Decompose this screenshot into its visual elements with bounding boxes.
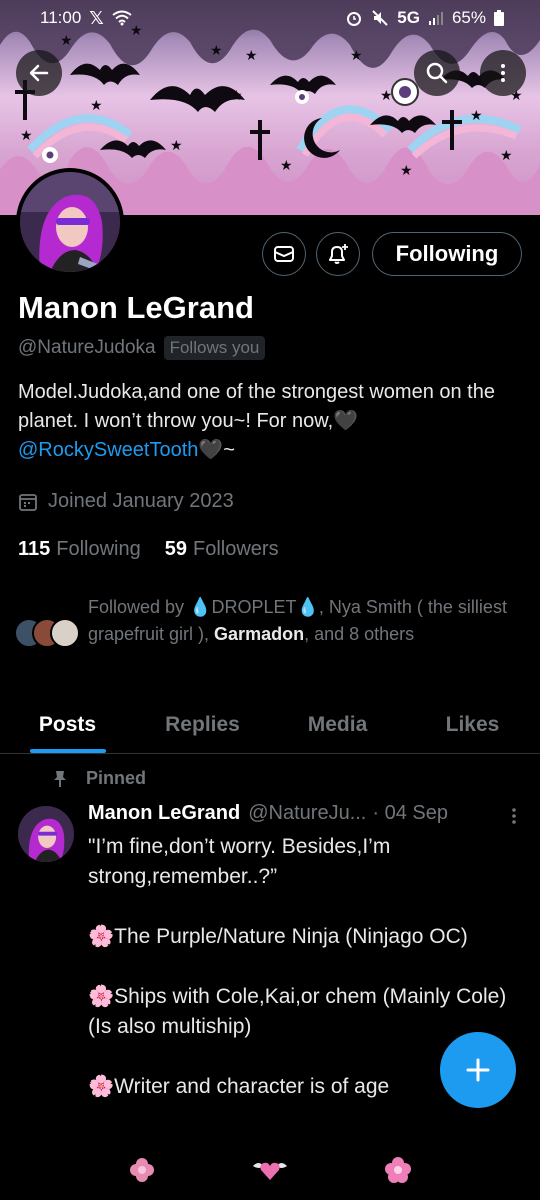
pinned-indicator: Pinned xyxy=(52,768,146,789)
flower-pink-icon[interactable] xyxy=(127,1155,157,1185)
status-bar: 11:00 𝕏 5G 65% xyxy=(0,0,540,36)
message-button[interactable] xyxy=(262,232,306,276)
tab-posts[interactable]: Posts xyxy=(0,696,135,753)
follower-avatar xyxy=(50,618,80,648)
svg-text:★: ★ xyxy=(350,48,363,64)
profile-bio: Model.Judoka,and one of the strongest wo… xyxy=(18,378,528,465)
tab-likes[interactable]: Likes xyxy=(405,696,540,753)
back-arrow-icon xyxy=(29,64,49,82)
post-paragraph: 🌸Ships with Cole,Kai,or chem (Mainly Col… xyxy=(88,985,507,1038)
svg-text:★: ★ xyxy=(280,158,293,174)
bio-mention-link[interactable]: @RockySweetTooth xyxy=(18,439,198,461)
following-label: Following xyxy=(56,538,141,560)
followed-by-suffix: , and 8 others xyxy=(304,624,415,644)
following-count: 115 xyxy=(18,538,51,560)
post-author-name[interactable]: Manon LeGrand xyxy=(88,802,240,825)
network-type: 5G xyxy=(397,8,420,27)
winged-heart-icon[interactable] xyxy=(251,1156,289,1184)
handle-row: @NatureJudoka Follows you xyxy=(18,336,266,360)
followed-by[interactable]: Followed by 💧DROPLET💧, Nya Smith ( the s… xyxy=(14,594,508,652)
svg-text:★: ★ xyxy=(230,88,243,104)
following-button[interactable]: Following xyxy=(372,232,522,276)
pin-icon xyxy=(54,770,66,787)
bottom-nav xyxy=(0,1140,540,1200)
search-icon xyxy=(426,62,448,84)
post-header: Manon LeGrand @NatureJu... · 04 Sep xyxy=(88,802,524,825)
follower-avatars xyxy=(14,618,80,652)
search-button[interactable] xyxy=(414,50,460,96)
followers-count: 59 xyxy=(164,538,187,560)
tab-media[interactable]: Media xyxy=(270,696,405,753)
post-author-avatar[interactable] xyxy=(18,806,74,862)
follow-stats: 115 Following 59 Followers xyxy=(18,538,279,561)
calendar-icon xyxy=(19,493,37,511)
svg-text:★: ★ xyxy=(245,48,258,64)
wifi-icon xyxy=(112,10,132,26)
profile-tabs: Posts Replies Media Likes xyxy=(0,696,540,754)
flower-icon[interactable] xyxy=(383,1155,413,1185)
followed-by-text: Followed by 💧DROPLET💧, Nya Smith ( the s… xyxy=(88,594,508,648)
post-date: · 04 Sep xyxy=(372,802,448,824)
svg-text:★: ★ xyxy=(400,163,413,179)
plus-icon xyxy=(466,1058,490,1082)
more-vertical-icon xyxy=(512,808,516,824)
svg-text:★: ★ xyxy=(470,108,483,124)
svg-text:★: ★ xyxy=(20,128,33,144)
profile-name: Manon LeGrand xyxy=(18,290,254,325)
joined-text: Joined January 2023 xyxy=(48,490,234,512)
more-options-button[interactable] xyxy=(480,50,526,96)
battery-percent: 65% xyxy=(451,8,486,27)
notifications-button[interactable] xyxy=(316,232,360,276)
follows-you-badge: Follows you xyxy=(163,336,266,360)
followers-stat[interactable]: 59 Followers xyxy=(165,538,279,561)
followers-label: Followers xyxy=(193,538,279,560)
battery-icon xyxy=(494,10,504,26)
profile-avatar[interactable] xyxy=(16,168,124,276)
followed-by-highlight: Garmadon xyxy=(214,624,305,644)
svg-text:★: ★ xyxy=(210,43,223,59)
post-more-button[interactable] xyxy=(504,804,524,834)
post-paragraph: "I’m fine,don’t worry. Besides,I’m stron… xyxy=(88,835,391,888)
avatar-artwork xyxy=(20,172,120,272)
avatar-artwork xyxy=(18,806,74,862)
bio-suffix: 🖤~ xyxy=(198,439,235,461)
bio-text: Model.Judoka,and one of the strongest wo… xyxy=(18,381,495,432)
post-paragraph: 🌸The Purple/Nature Ninja (Ninjago OC) xyxy=(88,925,468,948)
bell-plus-icon xyxy=(329,244,348,264)
compose-button[interactable] xyxy=(440,1032,516,1108)
svg-text:★: ★ xyxy=(380,88,393,104)
signal-icon xyxy=(428,12,443,25)
following-stat[interactable]: 115 Following xyxy=(18,538,141,561)
pinned-label: Pinned xyxy=(86,768,147,788)
svg-text:★: ★ xyxy=(500,148,513,164)
alarm-icon xyxy=(347,12,362,26)
post-author-handle: @NatureJu... xyxy=(248,802,367,824)
svg-text:★: ★ xyxy=(90,98,103,114)
back-button[interactable] xyxy=(16,50,62,96)
more-vertical-icon xyxy=(501,64,505,82)
envelope-icon xyxy=(274,246,294,262)
status-time: 11:00 xyxy=(40,8,82,27)
svg-text:★: ★ xyxy=(170,138,183,154)
tab-replies[interactable]: Replies xyxy=(135,696,270,753)
mute-icon xyxy=(372,10,388,26)
x-logo-icon: 𝕏 xyxy=(89,7,104,28)
profile-handle: @NatureJudoka xyxy=(18,337,156,358)
joined-date: Joined January 2023 xyxy=(18,490,234,513)
